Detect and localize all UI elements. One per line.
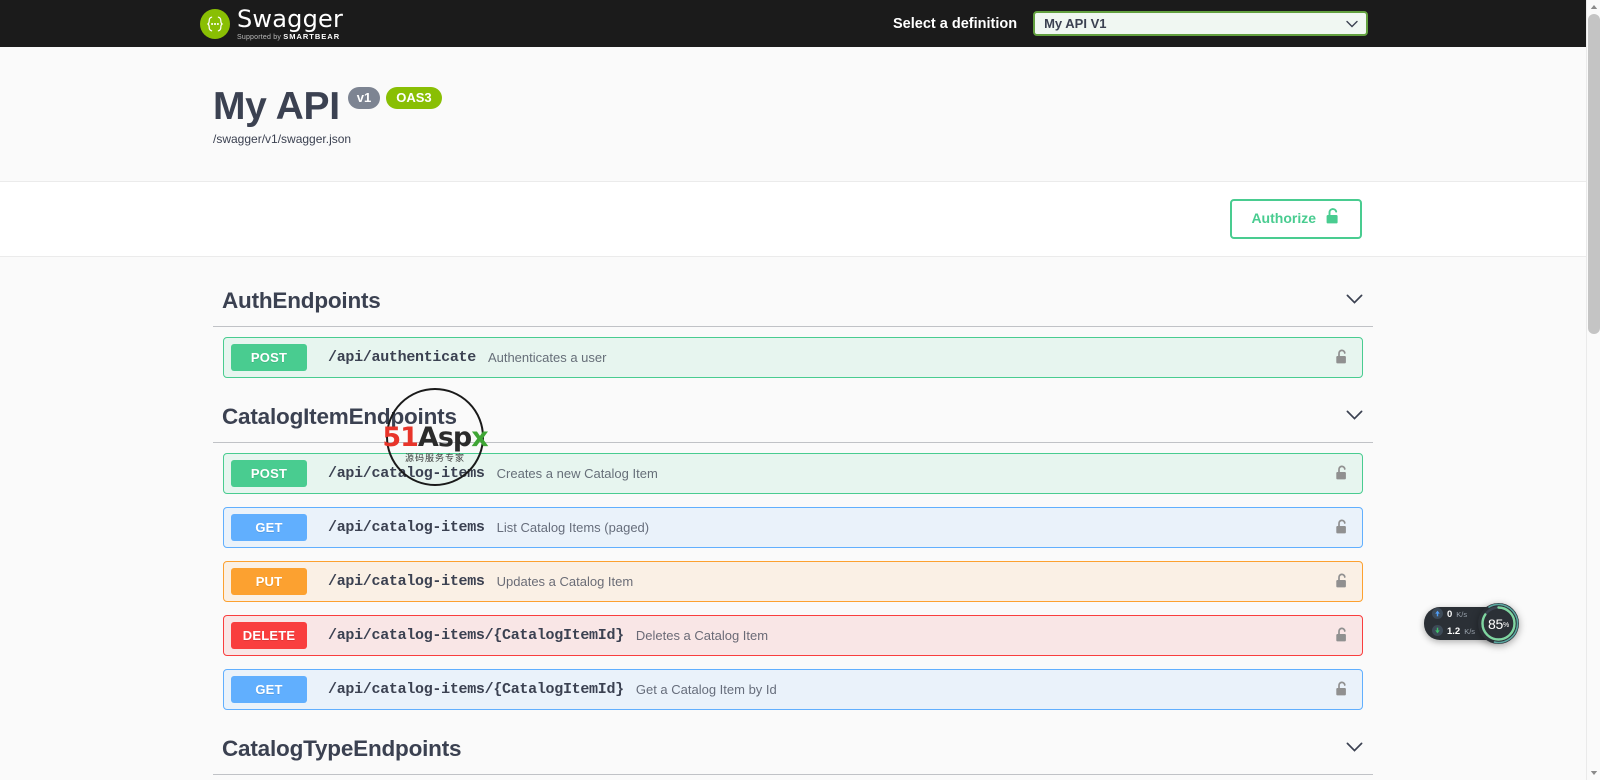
operation-summary: List Catalog Items (paged)	[496, 519, 650, 535]
swagger-ui-page: Swagger Supported by SMARTBEAR Select a …	[0, 0, 1600, 780]
download-value: 1.2	[1447, 626, 1461, 638]
sections-root: AuthEndpoints POST/api/authenticate Authen…	[203, 275, 1383, 780]
authorize-label: Authorize	[1251, 210, 1316, 226]
upload-unit: K/s	[1456, 610, 1468, 620]
swagger-brace-icon	[200, 8, 230, 39]
page-scrollbar[interactable]	[1586, 0, 1600, 780]
unlock-icon[interactable]	[1335, 573, 1349, 589]
unlock-icon[interactable]	[1335, 681, 1349, 697]
swagger-supported-by: Supported by SMARTBEAR	[237, 31, 341, 41]
unlock-icon[interactable]	[1335, 349, 1349, 365]
tag-header-catalogitemendpoints[interactable]: CatalogItemEndpoints	[213, 391, 1373, 443]
operation-path: /api/catalog-items	[328, 572, 485, 590]
download-speed-row: 1.2 K/s	[1432, 624, 1475, 640]
operation-summary: Updates a Catalog Item	[496, 573, 634, 589]
operation-summary: Authenticates a user	[487, 349, 607, 365]
api-info-band: My API v1 OAS3 /swagger/v1/swagger.json	[0, 47, 1586, 181]
operation-summary: Get a Catalog Item by Id	[635, 681, 777, 697]
arrow-down-icon	[1432, 624, 1443, 640]
definition-select[interactable]: My API V1	[1033, 11, 1369, 36]
browser-viewport: Swagger Supported by SMARTBEAR Select a …	[0, 0, 1586, 780]
api-title-row: My API v1 OAS3	[213, 87, 1373, 126]
operation-row[interactable]: POST/api/catalog-items Creates a new Cata…	[223, 452, 1363, 494]
unlock-icon	[1325, 207, 1341, 231]
tag-title: AuthEndpoints	[222, 287, 381, 313]
operation-summary: Deletes a Catalog Item	[635, 627, 769, 643]
spec-url-link[interactable]: /swagger/v1/swagger.json	[213, 132, 1373, 146]
chevron-down-icon[interactable]	[1346, 408, 1363, 426]
unlock-icon[interactable]	[1335, 465, 1349, 481]
topbar: Swagger Supported by SMARTBEAR Select a …	[0, 0, 1586, 47]
authorize-button[interactable]: Authorize	[1230, 199, 1362, 239]
page-title: My API	[213, 85, 340, 128]
authorize-band: Authorize	[0, 181, 1586, 257]
http-method-badge: DELETE	[231, 621, 307, 649]
tag-header-catalogtypeendpoints[interactable]: CatalogTypeEndpoints	[213, 723, 1373, 775]
operation-row[interactable]: PUT/api/catalog-items Updates a Catalog I…	[223, 560, 1363, 602]
swagger-wordmark: Swagger	[237, 4, 344, 33]
arrow-up-icon	[1432, 607, 1443, 623]
operation-path: /api/authenticate	[328, 348, 476, 366]
unlock-icon[interactable]	[1335, 519, 1349, 535]
http-method-badge: POST	[231, 343, 307, 371]
tag-section: CatalogTypeEndpointsGET/api/catalog-type…	[213, 723, 1373, 780]
operation-path: /api/catalog-items	[328, 518, 485, 536]
definition-select-box[interactable]: My API V1	[1033, 11, 1369, 36]
chevron-down-icon[interactable]	[1346, 740, 1363, 758]
tag-title: CatalogTypeEndpoints	[222, 735, 462, 761]
swagger-logo[interactable]: Swagger Supported by SMARTBEAR	[200, 7, 343, 41]
operation-path: /api/catalog-items	[328, 464, 485, 482]
download-unit: K/s	[1464, 627, 1476, 637]
scrollbar-thumb[interactable]	[1588, 14, 1600, 334]
network-speed-widget[interactable]: 0 K/s 1.2 K/s 85%	[1424, 603, 1519, 644]
operation-row[interactable]: GET/api/catalog-items List Catalog Items …	[223, 506, 1363, 548]
upload-speed-row: 0 K/s	[1432, 607, 1475, 623]
operation-path: /api/catalog-items/{CatalogItemId}	[328, 626, 624, 644]
operation-summary: Creates a new Catalog Item	[496, 465, 658, 481]
chevron-down-icon[interactable]	[1346, 292, 1363, 310]
operation-row[interactable]: GET/api/catalog-items/{CatalogItemId} Get…	[223, 668, 1363, 710]
operation-row[interactable]: DELETE/api/catalog-items/{CatalogItemId}…	[223, 614, 1363, 656]
tag-section: AuthEndpoints POST/api/authenticate Authen…	[213, 275, 1373, 378]
oas-badge: OAS3	[386, 87, 442, 109]
http-method-badge: GET	[231, 675, 307, 703]
http-method-badge: GET	[231, 513, 307, 541]
tag-section: CatalogItemEndpoints POST/api/catalog-ite…	[213, 391, 1373, 710]
scroll-down-arrow-icon[interactable]	[1587, 766, 1600, 780]
tag-header-authendpoints[interactable]: AuthEndpoints	[213, 275, 1373, 327]
scroll-up-arrow-icon[interactable]	[1587, 0, 1600, 14]
operations-area: AuthEndpoints POST/api/authenticate Authen…	[0, 257, 1586, 780]
cpu-gauge: 85%	[1478, 603, 1519, 644]
cpu-gauge-value: 85%	[1488, 615, 1509, 632]
version-badge: v1	[347, 87, 381, 109]
upload-value: 0	[1447, 609, 1453, 621]
tag-title: CatalogItemEndpoints	[222, 403, 457, 429]
http-method-badge: POST	[231, 459, 307, 487]
http-method-badge: PUT	[231, 567, 307, 595]
definition-label: Select a definition	[893, 15, 1018, 32]
definition-selector-group: Select a definition My API V1	[893, 11, 1369, 36]
unlock-icon[interactable]	[1335, 627, 1349, 643]
operation-row[interactable]: POST/api/authenticate Authenticates a use…	[223, 336, 1363, 378]
operation-path: /api/catalog-items/{CatalogItemId}	[328, 680, 624, 698]
